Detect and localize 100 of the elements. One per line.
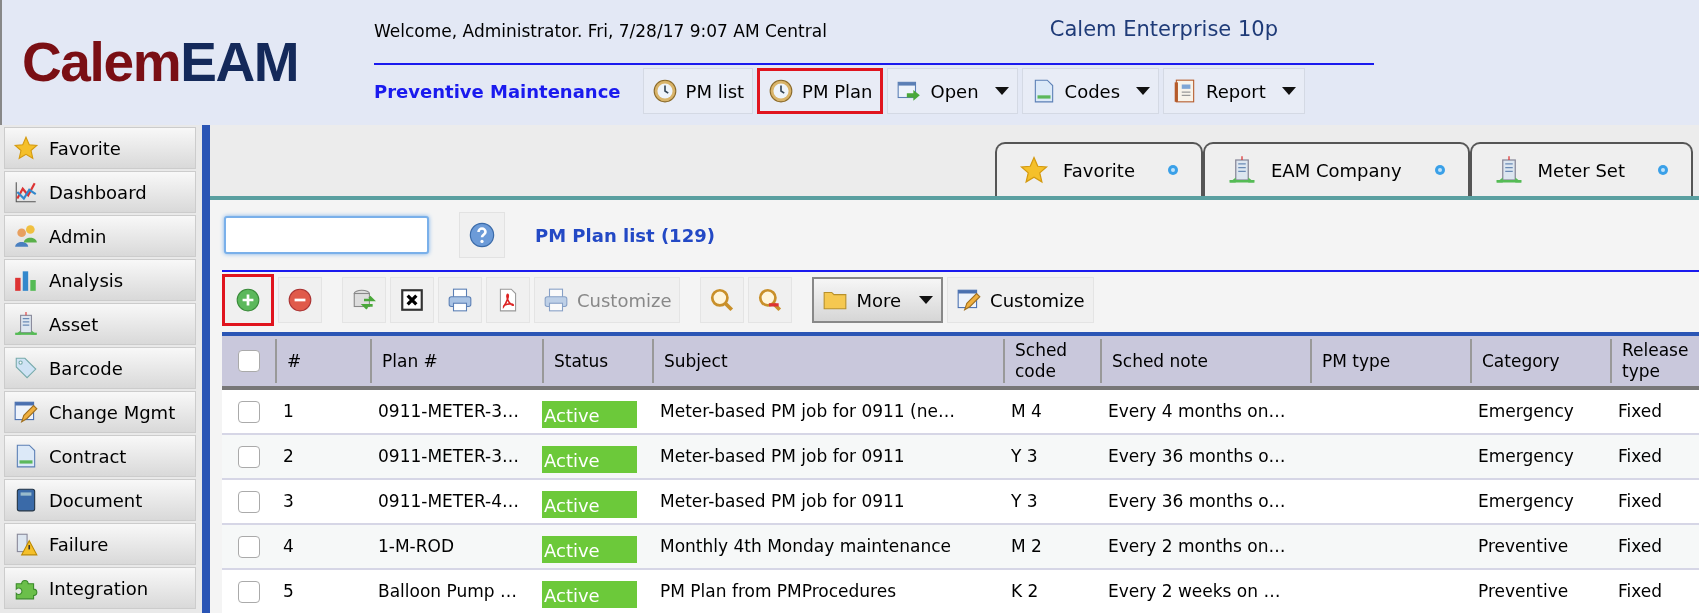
table-cell-text: Meter-based PM job for 0911	[660, 444, 905, 468]
product-name: Calem Enterprise 10p	[1049, 15, 1278, 43]
checkbox[interactable]	[237, 490, 260, 513]
table-cell-text: 1-M-ROD	[378, 534, 455, 558]
column-header[interactable]: Category	[1482, 350, 1560, 372]
table-cell-text: Fixed	[1618, 579, 1663, 603]
module-title: Preventive Maintenance	[374, 79, 621, 104]
table-cell-text: Every 2 weeks on …	[1108, 579, 1281, 603]
toolbar-button[interactable]: More	[812, 277, 944, 323]
module-button[interactable]: Open	[887, 68, 1018, 114]
building-icon	[13, 311, 39, 337]
table-cell-text: Every 36 months o…	[1108, 444, 1286, 468]
sidebar-item[interactable]: Asset	[4, 303, 196, 345]
magnifier-minus-icon	[757, 287, 784, 313]
checkbox[interactable]	[237, 580, 260, 603]
table-cell-text: 2	[283, 444, 294, 468]
table-cell-text: 1	[283, 399, 294, 423]
sidebar-item[interactable]: Document	[4, 479, 196, 521]
table-cell-text: Emergency	[1478, 399, 1574, 423]
table-cell-text: M 2	[1011, 534, 1042, 558]
table-cell-text: Fixed	[1618, 534, 1663, 558]
column-header[interactable]: Release type	[1622, 340, 1699, 382]
status-badge: Active	[542, 536, 637, 563]
status-badge: Active	[542, 581, 637, 608]
sidebar-item[interactable]: Favorite	[4, 127, 196, 169]
table-cell-text: Monthly 4th Monday maintenance	[660, 534, 952, 558]
column-header[interactable]: PM type	[1322, 350, 1391, 372]
table-cell-text: Balloon Pump …	[378, 579, 517, 603]
sidebar-item[interactable]: Analysis	[4, 259, 196, 301]
clock-icon	[651, 78, 678, 104]
table-cell-text: Y 3	[1011, 489, 1038, 513]
table-cell-text: 0911-METER-3…	[378, 444, 519, 468]
tab[interactable]: EAM Company	[1203, 142, 1470, 196]
column-header[interactable]: Subject	[664, 350, 728, 372]
sidebar-item[interactable]: Change Mgmt	[4, 391, 196, 433]
search-field[interactable]	[224, 216, 429, 254]
sidebar-item[interactable]: Barcode	[4, 347, 196, 389]
checkbox[interactable]	[237, 350, 260, 372]
star-icon	[1019, 155, 1050, 185]
checkbox[interactable]	[237, 400, 260, 423]
tab[interactable]: Meter Set	[1469, 142, 1693, 196]
people-icon	[13, 223, 39, 249]
column-header[interactable]: Sched code	[1015, 340, 1090, 382]
module-button[interactable]: PM list	[642, 68, 754, 114]
checkbox[interactable]	[237, 535, 260, 558]
table-cell-text: Meter-based PM job for 0911 (ne…	[660, 399, 955, 423]
tab[interactable]: Favorite	[995, 142, 1203, 196]
table-cell-text: 5	[283, 579, 294, 603]
status-badge: Active	[542, 401, 637, 428]
table-cell-text: Fixed	[1618, 489, 1663, 513]
sidebar-item[interactable]: Contract	[4, 435, 196, 477]
sidebar-item[interactable]: Admin	[4, 215, 196, 257]
status-badge: Active	[542, 446, 637, 473]
caret-icon	[1136, 87, 1151, 95]
caret-icon	[919, 296, 934, 304]
table-cell-text: Y 3	[1011, 444, 1038, 468]
column-header[interactable]: Sched note	[1112, 350, 1208, 372]
minus-circle-icon	[287, 287, 313, 313]
module-button[interactable]: Codes	[1021, 68, 1160, 114]
star-icon	[13, 135, 39, 161]
status-badge: Active	[542, 491, 637, 518]
module-button[interactable]: PM Plan	[757, 68, 884, 114]
plus-circle-icon	[235, 287, 261, 313]
table-cell-text: Every 4 months on…	[1108, 399, 1286, 423]
building-icon	[1227, 155, 1257, 185]
column-header[interactable]: Status	[554, 350, 609, 372]
help-button[interactable]	[459, 212, 505, 258]
module-button[interactable]: Report	[1163, 68, 1305, 114]
column-header[interactable]: #	[287, 350, 302, 372]
table-cell-text: Fixed	[1618, 444, 1663, 468]
table-cell-text: 0911-METER-3…	[378, 399, 519, 423]
table-cell-text: Preventive	[1478, 579, 1569, 603]
caret-icon	[994, 87, 1009, 95]
caret-icon	[1281, 87, 1296, 95]
printer-icon	[447, 287, 473, 313]
sidebar-item[interactable]: Integration	[4, 567, 196, 609]
table-cell-text: Fixed	[1618, 399, 1663, 423]
tag-icon	[13, 355, 39, 381]
x-box-icon	[399, 287, 425, 313]
table-cell-text: Meter-based PM job for 0911	[660, 489, 905, 513]
printer-icon	[543, 287, 569, 313]
clock-icon	[768, 78, 795, 104]
sidebar-item[interactable]: Failure	[4, 523, 196, 565]
table-cell-text: PM Plan from PMProcedures	[660, 579, 897, 603]
logo: CalemEAM	[21, 30, 300, 95]
table-cell-text: 3	[283, 489, 294, 513]
pencil-window-icon	[956, 287, 983, 313]
dot-icon	[1167, 164, 1179, 176]
welcome-text: Welcome, Administrator. Fri, 7/28/17 9:07 AM Central	[374, 19, 827, 43]
sidebar-item[interactable]: Dashboard	[4, 171, 196, 213]
table-cell-text: 0911-METER-4…	[378, 489, 519, 513]
pencil-window-icon	[13, 399, 39, 425]
dot-icon	[1433, 164, 1446, 176]
table-cell-text: Emergency	[1478, 489, 1574, 513]
dot-icon	[1657, 164, 1669, 176]
table-cell-text: Every 36 months o…	[1108, 489, 1286, 513]
checkbox[interactable]	[237, 445, 260, 468]
toolbar-button[interactable]: Customize	[947, 277, 1094, 323]
search-icon	[709, 287, 736, 313]
column-header[interactable]: Plan #	[382, 350, 438, 372]
